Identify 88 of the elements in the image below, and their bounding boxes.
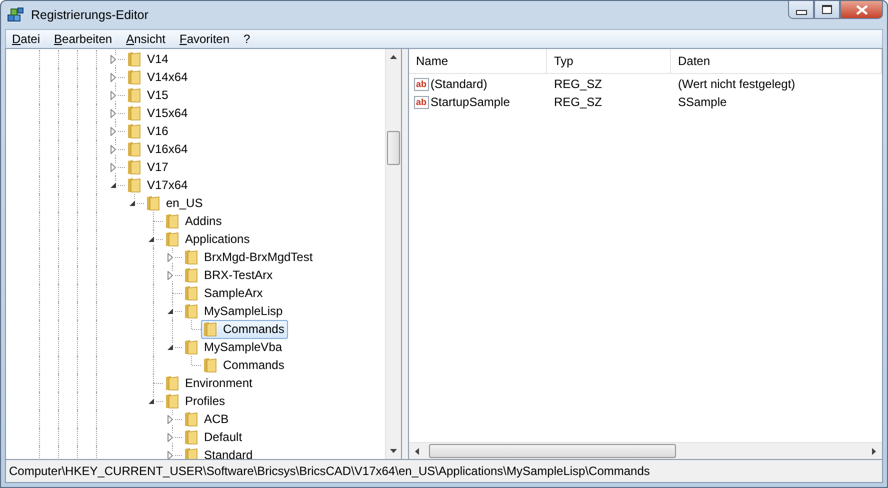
- folder-icon: [127, 177, 141, 193]
- scroll-up-arrow-icon[interactable]: [390, 55, 397, 59]
- tree-item[interactable]: BRX-TestArx: [182, 266, 277, 284]
- tree-item[interactable]: BrxMgd-BrxMgdTest: [182, 248, 317, 266]
- expand-arrow-icon[interactable]: [166, 433, 175, 442]
- tree-item[interactable]: Profiles: [163, 392, 230, 410]
- folder-icon: [127, 105, 141, 121]
- folder-icon: [184, 339, 198, 355]
- tree-item[interactable]: V14: [125, 50, 172, 68]
- expand-arrow-icon[interactable]: [166, 271, 175, 280]
- string-value-icon: ab: [414, 96, 429, 108]
- column-header[interactable]: Typ: [547, 49, 671, 73]
- expand-arrow-icon[interactable]: [109, 163, 118, 172]
- close-button[interactable]: [840, 1, 883, 19]
- tree-item[interactable]: V16: [125, 122, 172, 140]
- folder-icon: [165, 213, 179, 229]
- menu-item[interactable]: Bearbeiten: [48, 32, 118, 46]
- value-type: REG_SZ: [554, 77, 602, 91]
- value-data: SSample: [678, 95, 727, 109]
- tree-item[interactable]: V17: [125, 158, 172, 176]
- close-icon: [856, 4, 868, 14]
- expand-arrow-icon[interactable]: [109, 109, 118, 118]
- window-title: Registrierungs-Editor: [31, 8, 148, 22]
- tree-item[interactable]: Default: [182, 428, 246, 446]
- expand-arrow-icon[interactable]: [109, 127, 118, 136]
- tree-item[interactable]: Addins: [163, 212, 226, 230]
- menu-item[interactable]: ?: [238, 32, 256, 46]
- tree-item[interactable]: V17x64: [125, 176, 192, 194]
- folder-icon: [184, 267, 198, 283]
- folder-icon: [184, 411, 198, 427]
- tree-item[interactable]: Commands: [201, 356, 288, 374]
- tree-item[interactable]: MySampleVba: [182, 338, 286, 356]
- maximize-button[interactable]: [814, 1, 840, 19]
- column-header[interactable]: Name: [409, 49, 547, 73]
- tree-item[interactable]: V14x64: [125, 68, 192, 86]
- status-bar: Computer\HKEY_CURRENT_USER\Software\Bricsys\BricsCAD\V17x64\en_US\Applications\MySampleLisp\Commands: [5, 460, 883, 483]
- folder-icon: [165, 375, 179, 391]
- menu-item[interactable]: Datei: [6, 32, 46, 46]
- tree-item[interactable]: SampleArx: [182, 284, 267, 302]
- tree-item[interactable]: en_US: [144, 194, 207, 212]
- expand-arrow-icon[interactable]: [166, 451, 175, 459]
- expand-arrow-icon[interactable]: [166, 253, 175, 262]
- value-data: (Wert nicht festgelegt): [678, 77, 796, 91]
- scroll-right-arrow-icon[interactable]: [872, 448, 876, 454]
- folder-icon: [127, 51, 141, 67]
- pane-splitter[interactable]: [402, 49, 409, 459]
- tree-item[interactable]: V16x64: [125, 140, 192, 158]
- tree-item[interactable]: ACB: [182, 410, 233, 428]
- scroll-left-arrow-icon[interactable]: [415, 448, 419, 454]
- folder-icon: [184, 249, 198, 265]
- tree-item[interactable]: Environment: [163, 374, 256, 392]
- folder-icon: [127, 123, 141, 139]
- tree-item[interactable]: V15x64: [125, 104, 192, 122]
- menu-item[interactable]: Favoriten: [173, 32, 236, 46]
- expand-arrow-icon[interactable]: [109, 145, 118, 154]
- expand-arrow-icon[interactable]: [109, 73, 118, 82]
- expand-arrow-icon[interactable]: [109, 91, 118, 100]
- tree-item[interactable]: Applications: [163, 230, 254, 248]
- folder-icon: [184, 429, 198, 445]
- folder-icon: [127, 69, 141, 85]
- tree-item[interactable]: MySampleLisp: [182, 302, 287, 320]
- tree-item[interactable]: Commands: [201, 320, 288, 338]
- horizontal-scrollbar[interactable]: [409, 442, 882, 459]
- folder-icon: [184, 303, 198, 319]
- minimize-button[interactable]: [788, 1, 814, 19]
- tree-item[interactable]: V15: [125, 86, 172, 104]
- value-type: REG_SZ: [554, 95, 602, 109]
- column-header[interactable]: Daten: [671, 49, 882, 73]
- string-value-icon: ab: [414, 78, 429, 90]
- vertical-scrollbar[interactable]: [385, 49, 401, 459]
- folder-icon: [203, 357, 217, 373]
- folder-icon: [165, 393, 179, 409]
- app-icon: [7, 6, 25, 24]
- folder-icon: [184, 285, 198, 301]
- menu-item[interactable]: Ansicht: [120, 32, 172, 46]
- folder-icon: [165, 231, 179, 247]
- scroll-thumb[interactable]: [387, 131, 400, 165]
- value-name[interactable]: (Standard): [430, 77, 488, 91]
- folder-icon: [127, 87, 141, 103]
- expand-arrow-icon[interactable]: [109, 55, 118, 64]
- folder-icon: [127, 141, 141, 157]
- folder-icon: [127, 159, 141, 175]
- expand-arrow-icon[interactable]: [166, 415, 175, 424]
- scroll-thumb[interactable]: [429, 444, 676, 458]
- folder-icon: [203, 321, 217, 337]
- scroll-down-arrow-icon[interactable]: [390, 449, 397, 453]
- value-name[interactable]: StartupSample: [430, 95, 510, 109]
- folder-icon: [146, 195, 160, 211]
